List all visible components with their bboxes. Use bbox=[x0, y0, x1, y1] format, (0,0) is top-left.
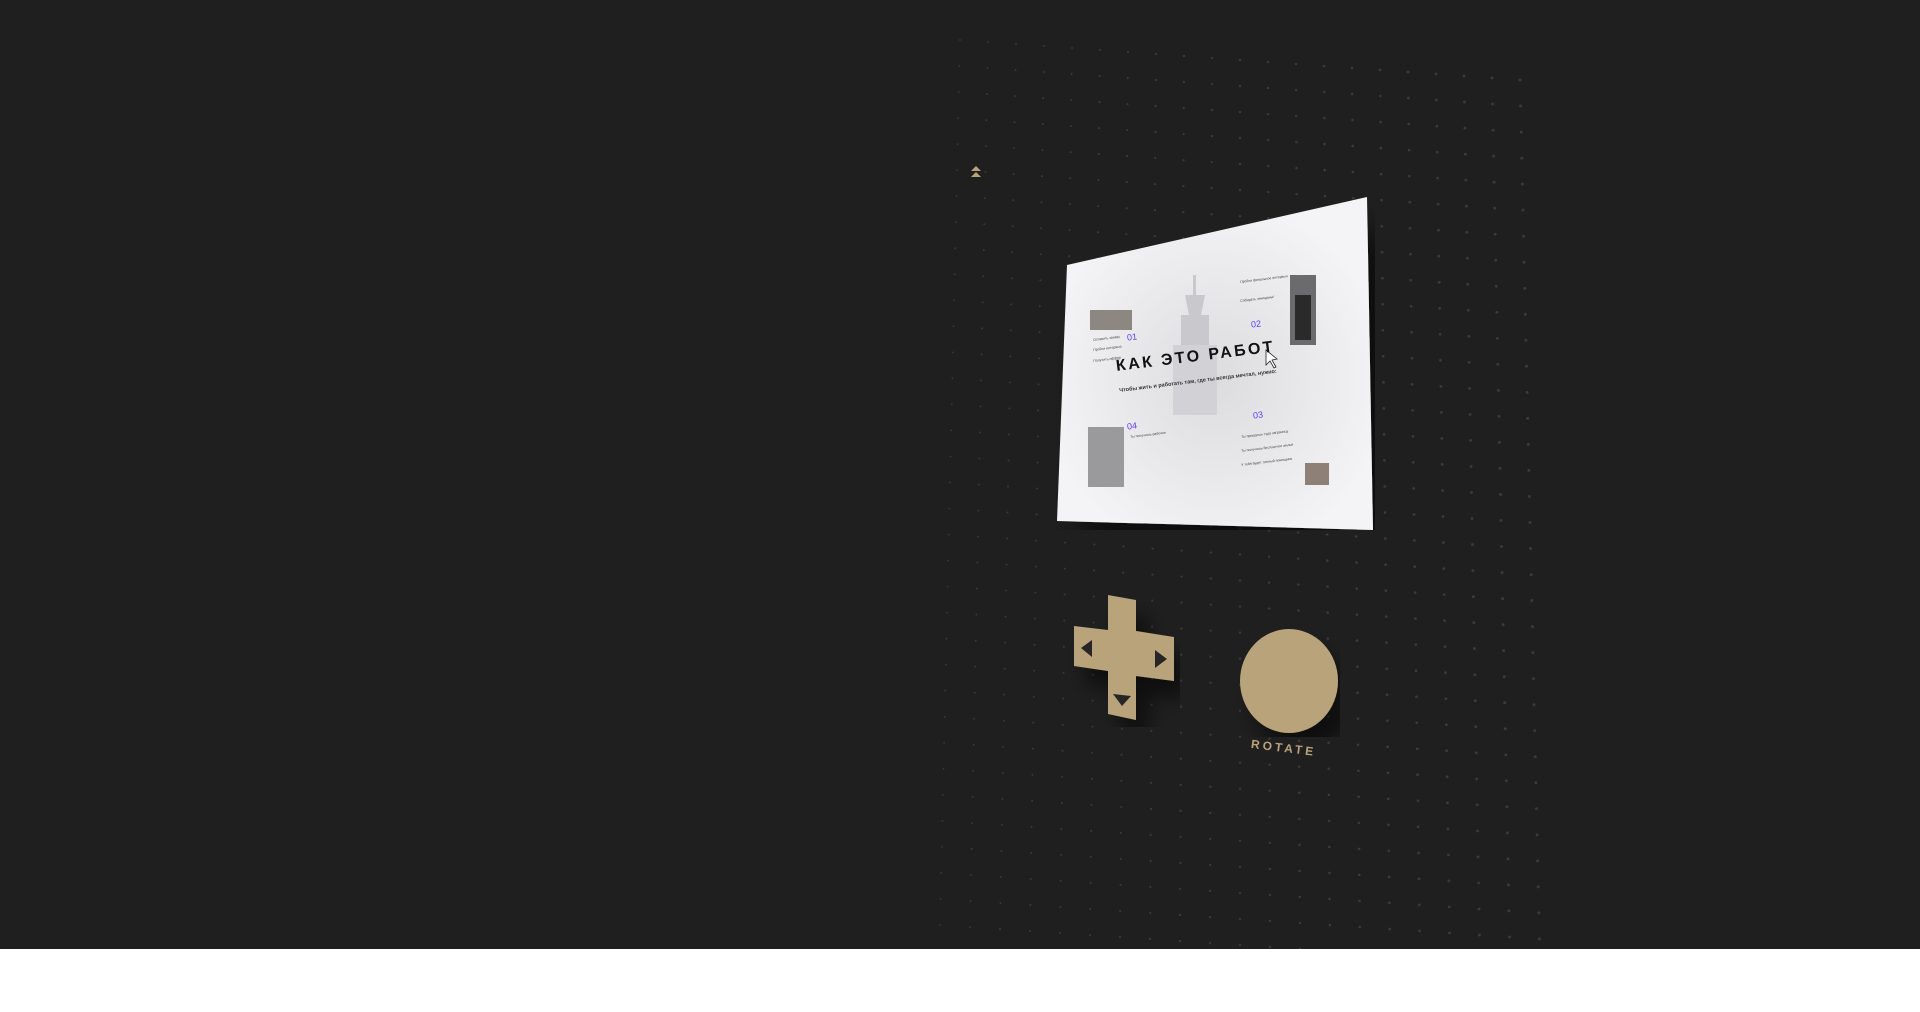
dpad[interactable] bbox=[1070, 592, 1180, 727]
game-stage: КАК ЭТО РАБОТ Чтобы жить и работать там,… bbox=[0, 0, 1920, 949]
step-number: 04 bbox=[1126, 420, 1138, 432]
game-screen: КАК ЭТО РАБОТ Чтобы жить и работать там,… bbox=[1055, 195, 1375, 530]
step-number: 03 bbox=[1252, 409, 1264, 421]
team-photo bbox=[1090, 310, 1132, 330]
step-number: 01 bbox=[1126, 331, 1138, 343]
up-arrow-icon[interactable] bbox=[970, 166, 982, 180]
suitcase-icon bbox=[1295, 295, 1311, 340]
couple-photo bbox=[1305, 463, 1329, 485]
dotted-background bbox=[939, 39, 1541, 949]
rotate-button[interactable] bbox=[1234, 627, 1340, 737]
step-number: 02 bbox=[1250, 318, 1262, 330]
office-photo bbox=[1088, 427, 1124, 487]
